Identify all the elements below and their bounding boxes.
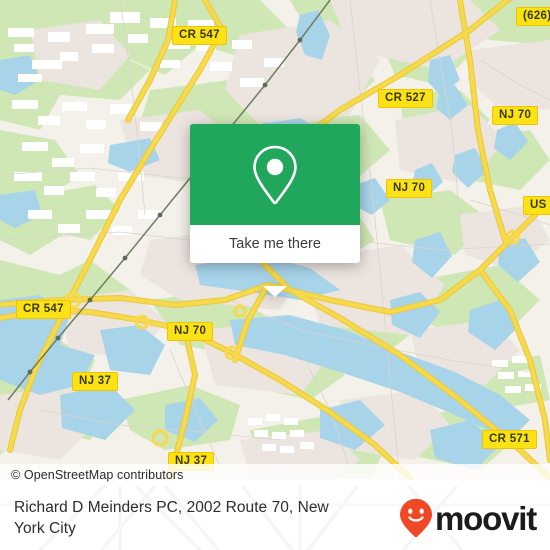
road-shield: CR 547 [16,300,71,319]
osm-attribution-text: © OpenStreetMap contributors [11,468,184,482]
moovit-logo[interactable]: moovit [399,498,537,538]
popup-image [190,124,360,225]
road-shield: US 9 [523,196,550,215]
take-me-there-button[interactable]: Take me there [190,225,360,263]
popup-tail [263,286,287,297]
location-popup[interactable]: Take me there [190,124,360,297]
road-shield: CR 571 [482,430,537,449]
place-title: Richard D Meinders PC, 2002 Route 70, Ne… [14,499,329,537]
moovit-logo-text: moovit [435,499,537,537]
road-shield: NJ 37 [72,372,119,391]
screenshot-root: .w{fill:#a8d4ea} .pk{fill:#cfe7b5} .res{… [0,0,550,550]
road-shield: NJ 70 [386,179,433,198]
moovit-smiley-pin-icon [400,498,433,538]
map-canvas[interactable]: .w{fill:#a8d4ea} .pk{fill:#cfe7b5} .res{… [0,0,550,480]
road-shield: (626) [516,7,550,26]
footer-bar: Richard D Meinders PC, 2002 Route 70, Ne… [0,486,550,550]
road-shield: CR 527 [378,89,433,108]
take-me-there-label: Take me there [229,236,321,252]
road-shield: NJ 70 [492,106,539,125]
osm-attribution-bar[interactable]: © OpenStreetMap contributors [0,464,550,486]
road-shield: NJ 70 [167,322,214,341]
map-pin-icon [253,145,297,204]
road-shield: CR 547 [172,26,227,45]
